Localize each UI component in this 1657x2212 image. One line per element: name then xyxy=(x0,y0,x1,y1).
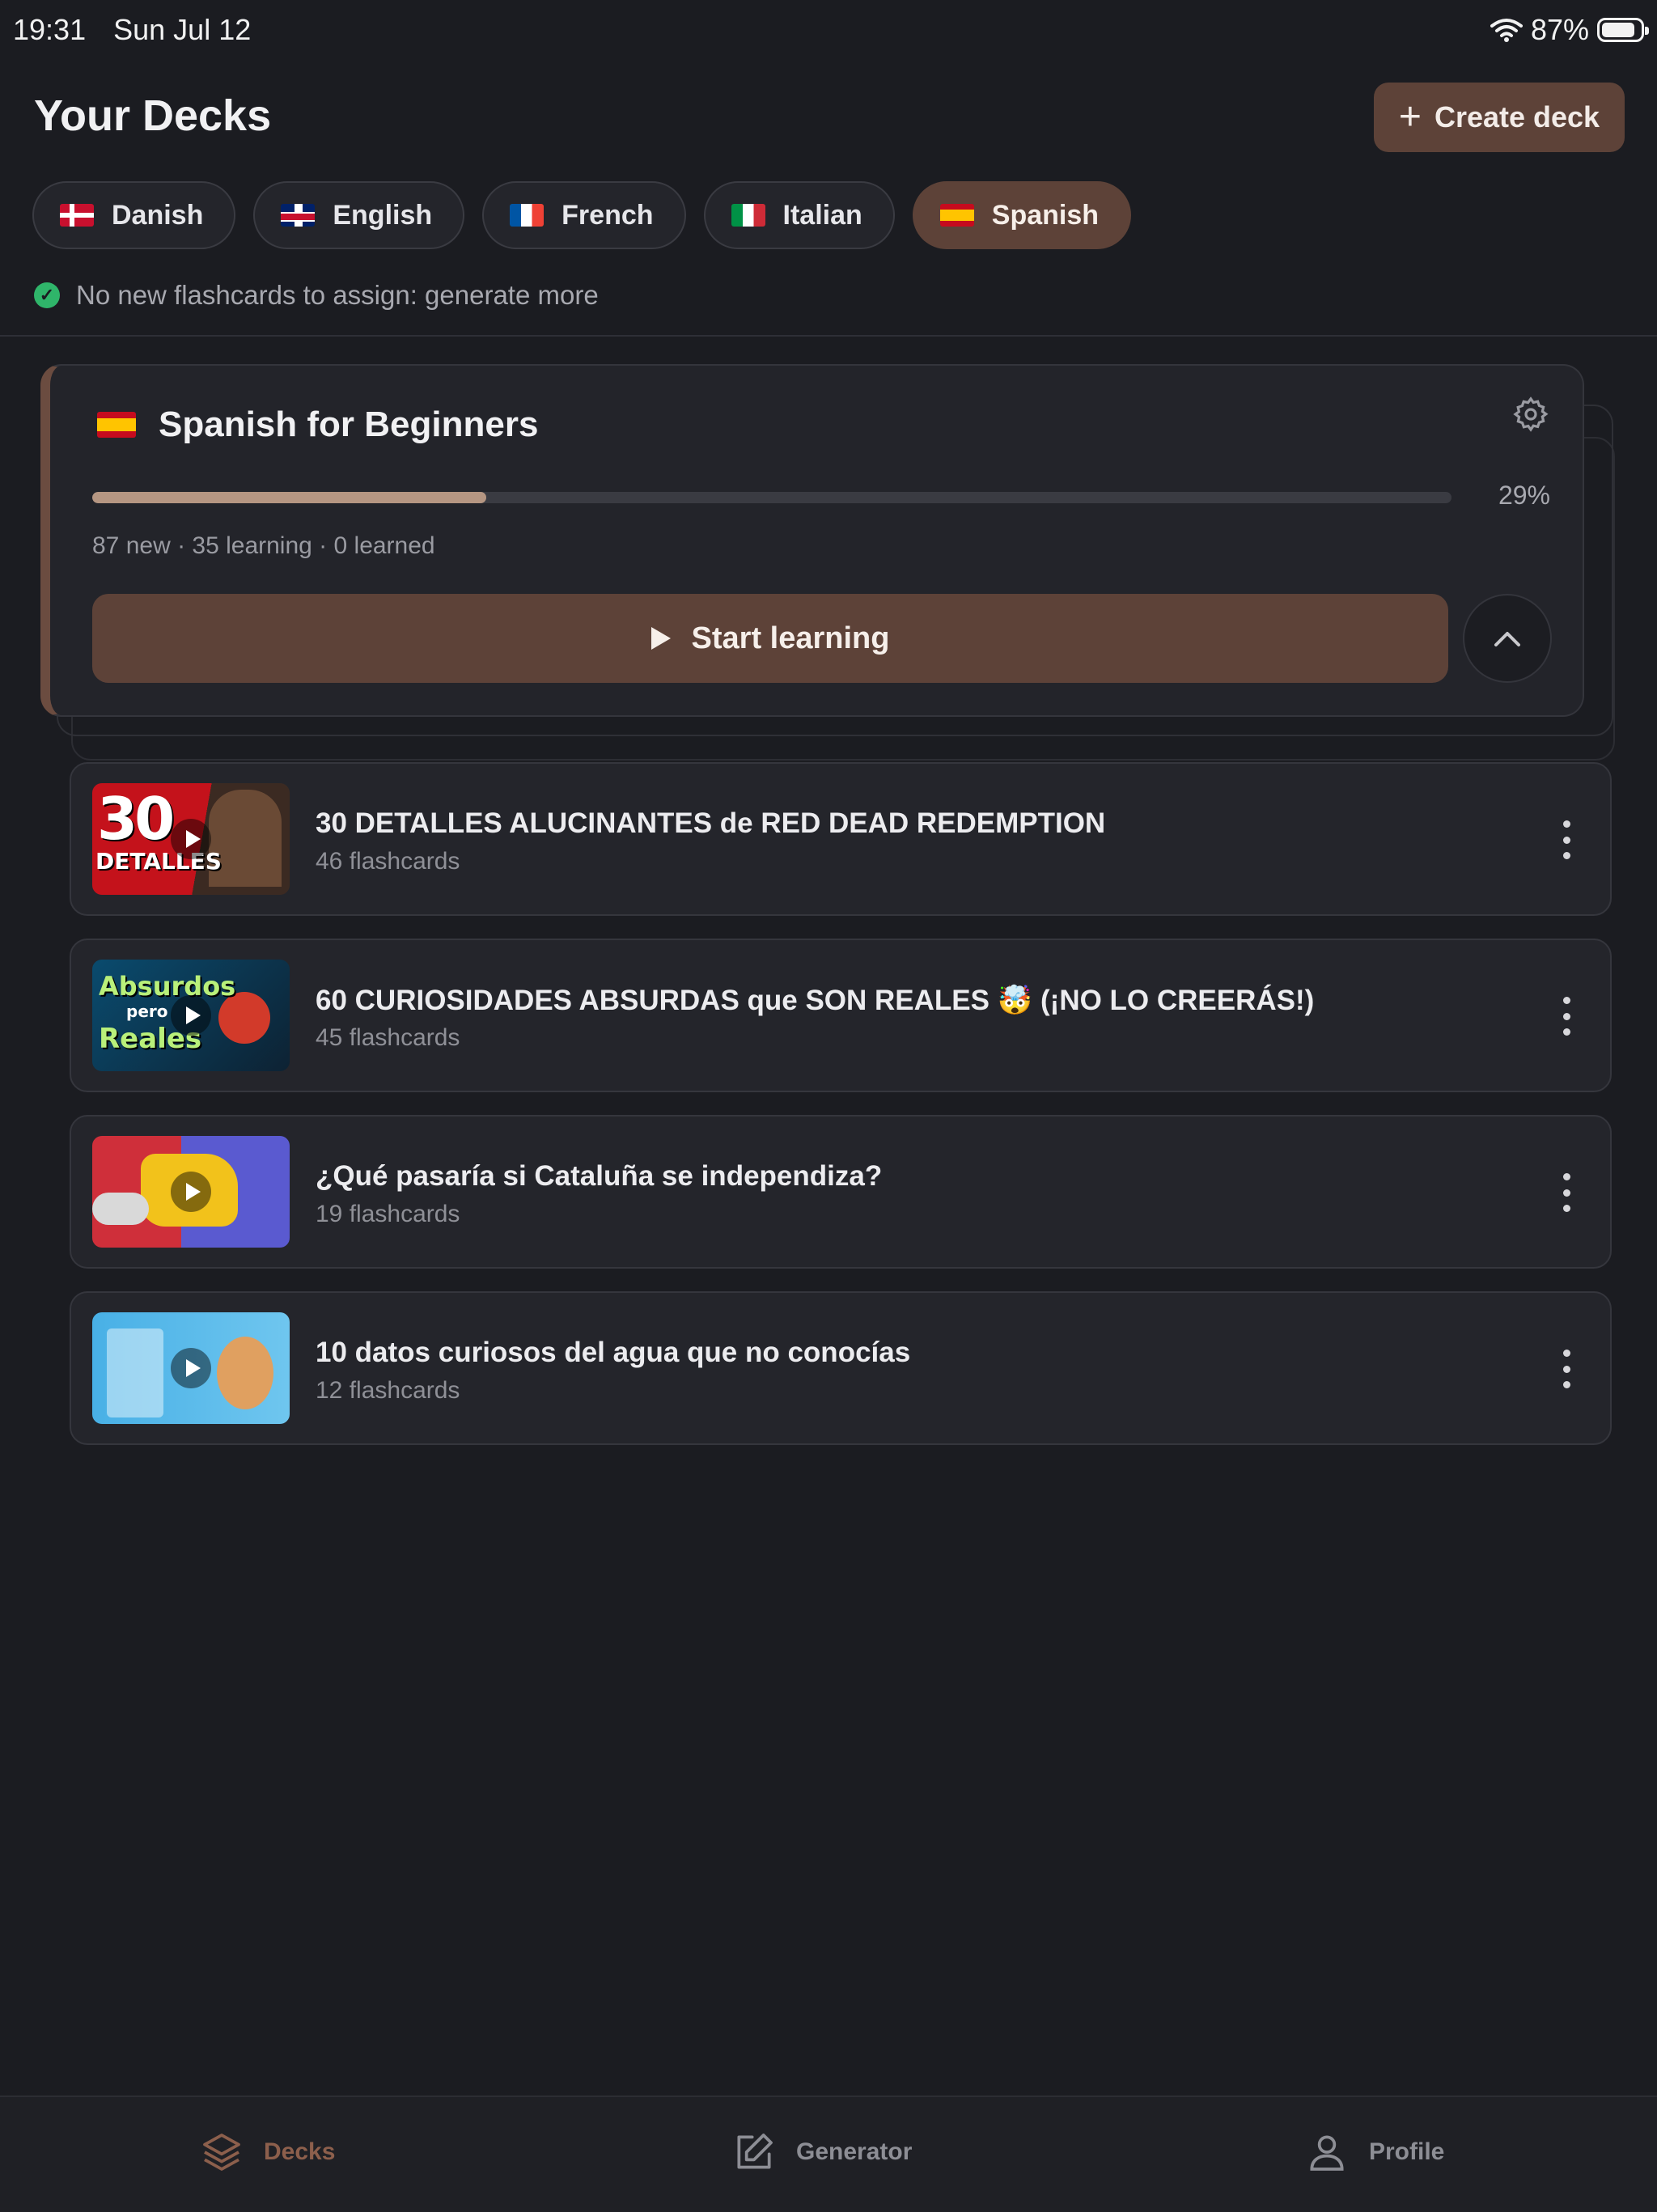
language-chip-english[interactable]: English xyxy=(253,181,465,249)
language-chip-label: Danish xyxy=(112,199,204,231)
thumbnail-text: Absurdos xyxy=(99,971,236,1002)
video-thumbnail: 30 DETALLES xyxy=(92,783,290,895)
french-flag-icon xyxy=(510,204,545,227)
tab-profile[interactable]: Profile xyxy=(1304,2129,1444,2175)
spanish-flag-icon xyxy=(939,204,974,227)
tab-generator[interactable]: Generator xyxy=(731,2129,912,2175)
play-icon xyxy=(651,627,671,650)
thumbnail-text: pero xyxy=(126,1002,168,1021)
battery-percent: 87% xyxy=(1530,13,1589,46)
uk-flag-icon xyxy=(281,204,316,227)
video-thumbnail: Absurdos pero Reales xyxy=(92,960,290,1071)
flashcard-count: 12 flashcards xyxy=(316,1377,460,1404)
deck-stats: 87 new · 35 learning · 0 learned xyxy=(92,532,435,559)
deck-progress-bar xyxy=(92,492,1451,503)
tab-decks[interactable]: Decks xyxy=(199,2129,335,2175)
notice-text: No new flashcards to assign: generate mo… xyxy=(76,280,599,310)
tab-label: Decks xyxy=(264,2138,336,2165)
start-learning-label: Start learning xyxy=(691,621,890,655)
play-icon xyxy=(171,995,211,1036)
create-deck-button[interactable]: + Create deck xyxy=(1374,83,1625,152)
assign-notice: ✓ No new flashcards to assign: generate … xyxy=(34,280,599,311)
language-chip-french[interactable]: French xyxy=(482,181,686,249)
play-icon xyxy=(171,1348,211,1388)
play-icon xyxy=(171,819,211,859)
status-bar-left: 19:31 Sun Jul 12 xyxy=(13,13,270,47)
collapse-button[interactable] xyxy=(1463,594,1552,683)
language-chip-label: English xyxy=(333,199,433,231)
language-chip-label: Italian xyxy=(782,199,862,231)
video-item[interactable]: 30 DETALLES 30 DETALLES ALUCINANTES de R… xyxy=(70,762,1612,916)
plus-icon: + xyxy=(1398,95,1422,138)
play-icon xyxy=(171,1172,211,1212)
edit-icon xyxy=(737,2134,773,2169)
page-title: Your Decks xyxy=(34,91,272,140)
flashcard-count: 19 flashcards xyxy=(316,1201,460,1227)
language-chip-label: French xyxy=(562,199,654,231)
tab-label: Generator xyxy=(796,2138,913,2165)
create-deck-label: Create deck xyxy=(1434,100,1600,133)
flashcard-count: 45 flashcards xyxy=(316,1024,460,1051)
header-divider xyxy=(0,335,1657,337)
language-chip-italian[interactable]: Italian xyxy=(703,181,895,249)
danish-flag-icon xyxy=(60,204,94,227)
chevron-up-icon xyxy=(1494,632,1520,646)
start-learning-button[interactable]: Start learning xyxy=(92,594,1448,683)
more-options-icon[interactable] xyxy=(1562,1350,1571,1388)
gear-icon[interactable] xyxy=(1511,395,1550,434)
language-chip-spanish[interactable]: Spanish xyxy=(912,181,1132,249)
deck-card[interactable]: Spanish for Beginners 29% 87 new · 35 le… xyxy=(40,364,1584,717)
language-chip-label: Spanish xyxy=(991,199,1100,231)
language-chip-danish[interactable]: Danish xyxy=(32,181,236,249)
thumbnail-text: 30 xyxy=(97,785,175,853)
deck-title-row: Spanish for Beginners xyxy=(97,405,538,445)
spanish-flag-icon xyxy=(97,412,136,438)
status-date: Sun Jul 12 xyxy=(113,13,252,46)
tab-label: Profile xyxy=(1369,2138,1445,2165)
battery-icon xyxy=(1597,18,1649,42)
video-title: 10 datos curiosos del agua que no conocí… xyxy=(316,1337,911,1368)
deck-progress-fill xyxy=(92,492,487,503)
video-thumbnail xyxy=(92,1312,290,1424)
video-title: 30 DETALLES ALUCINANTES de RED DEAD REDE… xyxy=(316,807,1106,839)
status-bar-right: 87% xyxy=(1490,13,1649,47)
user-icon xyxy=(1310,2135,1344,2171)
language-filter: Danish English French Italian Spanish xyxy=(32,181,1132,249)
more-options-icon[interactable] xyxy=(1562,1173,1571,1212)
video-title: ¿Qué pasaría si Cataluña se independiza? xyxy=(316,1160,883,1192)
deck-progress-percent: 29% xyxy=(1498,481,1550,510)
more-options-icon[interactable] xyxy=(1562,820,1571,859)
bottom-tab-bar: Decks Generator Profile xyxy=(0,2095,1657,2212)
deck-title: Spanish for Beginners xyxy=(159,405,539,444)
video-item[interactable]: 10 datos curiosos del agua que no conocí… xyxy=(70,1291,1612,1445)
status-time: 19:31 xyxy=(13,13,87,46)
video-thumbnail xyxy=(92,1136,290,1248)
video-item[interactable]: ¿Qué pasaría si Cataluña se independiza?… xyxy=(70,1115,1612,1269)
flashcard-count: 46 flashcards xyxy=(316,848,460,875)
layers-icon xyxy=(203,2134,240,2171)
wifi-icon xyxy=(1490,19,1523,42)
video-item[interactable]: Absurdos pero Reales 60 CURIOSIDADES ABS… xyxy=(70,939,1612,1092)
more-options-icon[interactable] xyxy=(1562,997,1571,1036)
video-title: 60 CURIOSIDADES ABSURDAS que SON REALES … xyxy=(316,985,1315,1016)
check-circle-icon: ✓ xyxy=(34,282,60,308)
italian-flag-icon xyxy=(731,204,765,227)
